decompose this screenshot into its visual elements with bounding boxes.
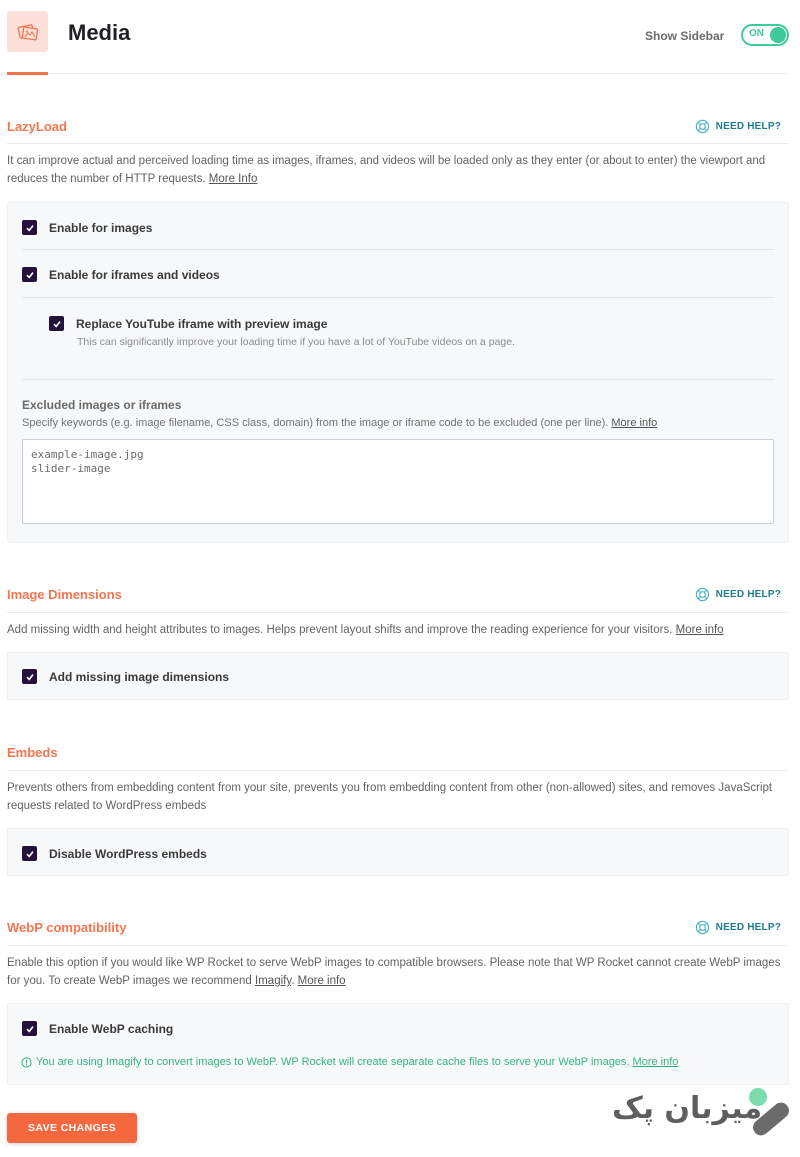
enable-iframes-option[interactable]: Enable for iframes and videos (22, 267, 220, 282)
page-header: Media Show Sidebar ON (0, 0, 800, 76)
header-divider (48, 73, 789, 74)
image-dimensions-need-help-link[interactable]: NEED HELP? (695, 587, 781, 602)
youtube-preview-checkbox[interactable] (49, 316, 64, 331)
toggle-knob (770, 27, 786, 43)
disable-embeds-checkbox[interactable] (22, 846, 37, 861)
image-dimensions-title: Image Dimensions (7, 587, 122, 602)
checkmark-icon (25, 1025, 34, 1033)
need-help-label: NEED HELP? (715, 922, 781, 933)
section-divider (7, 612, 789, 613)
checkmark-icon (25, 850, 34, 858)
embeds-panel: Disable WordPress embeds (7, 828, 789, 876)
enable-iframes-checkbox[interactable] (22, 267, 37, 282)
lazyload-description-text: It can improve actual and perceived load… (7, 155, 766, 185)
image-dimensions-more-info-link[interactable]: More info (676, 624, 724, 636)
active-tab-indicator (7, 72, 48, 75)
toggle-state-label: ON (749, 28, 764, 39)
youtube-preview-option[interactable]: Replace YouTube iframe with preview imag… (49, 316, 327, 331)
enable-images-checkbox[interactable] (22, 220, 37, 235)
row-divider (22, 297, 774, 298)
section-divider (7, 143, 789, 144)
lazyload-title: LazyLoad (7, 119, 67, 134)
disable-embeds-label: Disable WordPress embeds (49, 846, 207, 861)
add-dimensions-checkbox[interactable] (22, 669, 37, 684)
section-divider (7, 945, 789, 946)
webp-description: Enable this option if you would like WP … (7, 957, 781, 987)
watermark-logo: میزبان پک (612, 1085, 792, 1145)
checkmark-icon (52, 320, 61, 328)
disable-embeds-option[interactable]: Disable WordPress embeds (22, 846, 207, 861)
row-divider (22, 249, 774, 250)
excluded-keywords-textarea[interactable]: example-image.jpg slider-image (22, 439, 774, 524)
excluded-label: Excluded images or iframes (22, 398, 182, 412)
lifebuoy-icon (695, 119, 709, 134)
media-section-icon-box (7, 11, 48, 52)
show-sidebar-toggle[interactable]: ON (741, 24, 789, 46)
need-help-label: NEED HELP? (715, 121, 781, 132)
enable-images-label: Enable for images (49, 220, 153, 235)
webp-notice-text: You are using Imagify to convert images … (36, 1056, 630, 1068)
embeds-title: Embeds (7, 745, 58, 760)
webp-need-help-link[interactable]: NEED HELP? (695, 920, 781, 935)
section-divider (7, 770, 789, 771)
image-dimensions-description: Add missing width and height attributes … (7, 621, 792, 639)
need-help-label: NEED HELP? (715, 589, 781, 600)
excluded-description: Specify keywords (e.g. image filename, C… (22, 417, 657, 429)
embeds-description: Prevents others from embedding content f… (7, 782, 773, 812)
webp-more-info-link[interactable]: More info (298, 975, 346, 987)
row-divider (22, 379, 774, 380)
webp-notice: You are using Imagify to convert images … (21, 1056, 678, 1068)
image-dimensions-panel: Add missing image dimensions (7, 652, 789, 700)
info-circle-icon (21, 1056, 32, 1068)
webp-description-text: Enable this option if you would like WP … (7, 957, 781, 987)
youtube-preview-description: This can significantly improve your load… (77, 336, 515, 348)
show-sidebar-label: Show Sidebar (645, 29, 725, 43)
watermark-text: میزبان پک (612, 1091, 763, 1126)
watermark-logo-icon (749, 1088, 789, 1136)
add-dimensions-label: Add missing image dimensions (49, 669, 230, 684)
youtube-preview-label: Replace YouTube iframe with preview imag… (76, 316, 328, 331)
lazyload-more-info-link[interactable]: More Info (209, 173, 258, 185)
lazyload-description: It can improve actual and perceived load… (7, 152, 792, 188)
webp-caching-option[interactable]: Enable WebP caching (22, 1021, 173, 1036)
excluded-description-text: Specify keywords (e.g. image filename, C… (22, 417, 609, 429)
checkmark-icon (25, 271, 34, 279)
lazyload-options-panel: Enable for images Enable for iframes and… (7, 202, 789, 543)
add-dimensions-option[interactable]: Add missing image dimensions (22, 669, 229, 684)
webp-notice-more-info-link[interactable]: More info (633, 1056, 679, 1068)
image-dimensions-description-text: Add missing width and height attributes … (7, 624, 673, 636)
lazyload-need-help-link[interactable]: NEED HELP? (695, 119, 781, 134)
media-images-icon (17, 23, 38, 40)
webp-caching-checkbox[interactable] (22, 1021, 37, 1036)
excluded-more-info-link[interactable]: More info (611, 417, 657, 429)
webp-caching-label: Enable WebP caching (49, 1021, 174, 1036)
enable-iframes-label: Enable for iframes and videos (49, 267, 220, 282)
enable-images-option[interactable]: Enable for images (22, 220, 152, 235)
webp-panel: Enable WebP caching (7, 1003, 789, 1085)
checkmark-icon (25, 673, 34, 681)
lifebuoy-icon (695, 587, 709, 602)
webp-title: WebP compatibility (7, 920, 127, 935)
imagify-link[interactable]: Imagify (255, 975, 291, 987)
lifebuoy-icon (695, 920, 709, 935)
page-title: Media (68, 20, 131, 45)
checkmark-icon (25, 224, 34, 232)
save-changes-button[interactable]: SAVE CHANGES (7, 1113, 137, 1143)
